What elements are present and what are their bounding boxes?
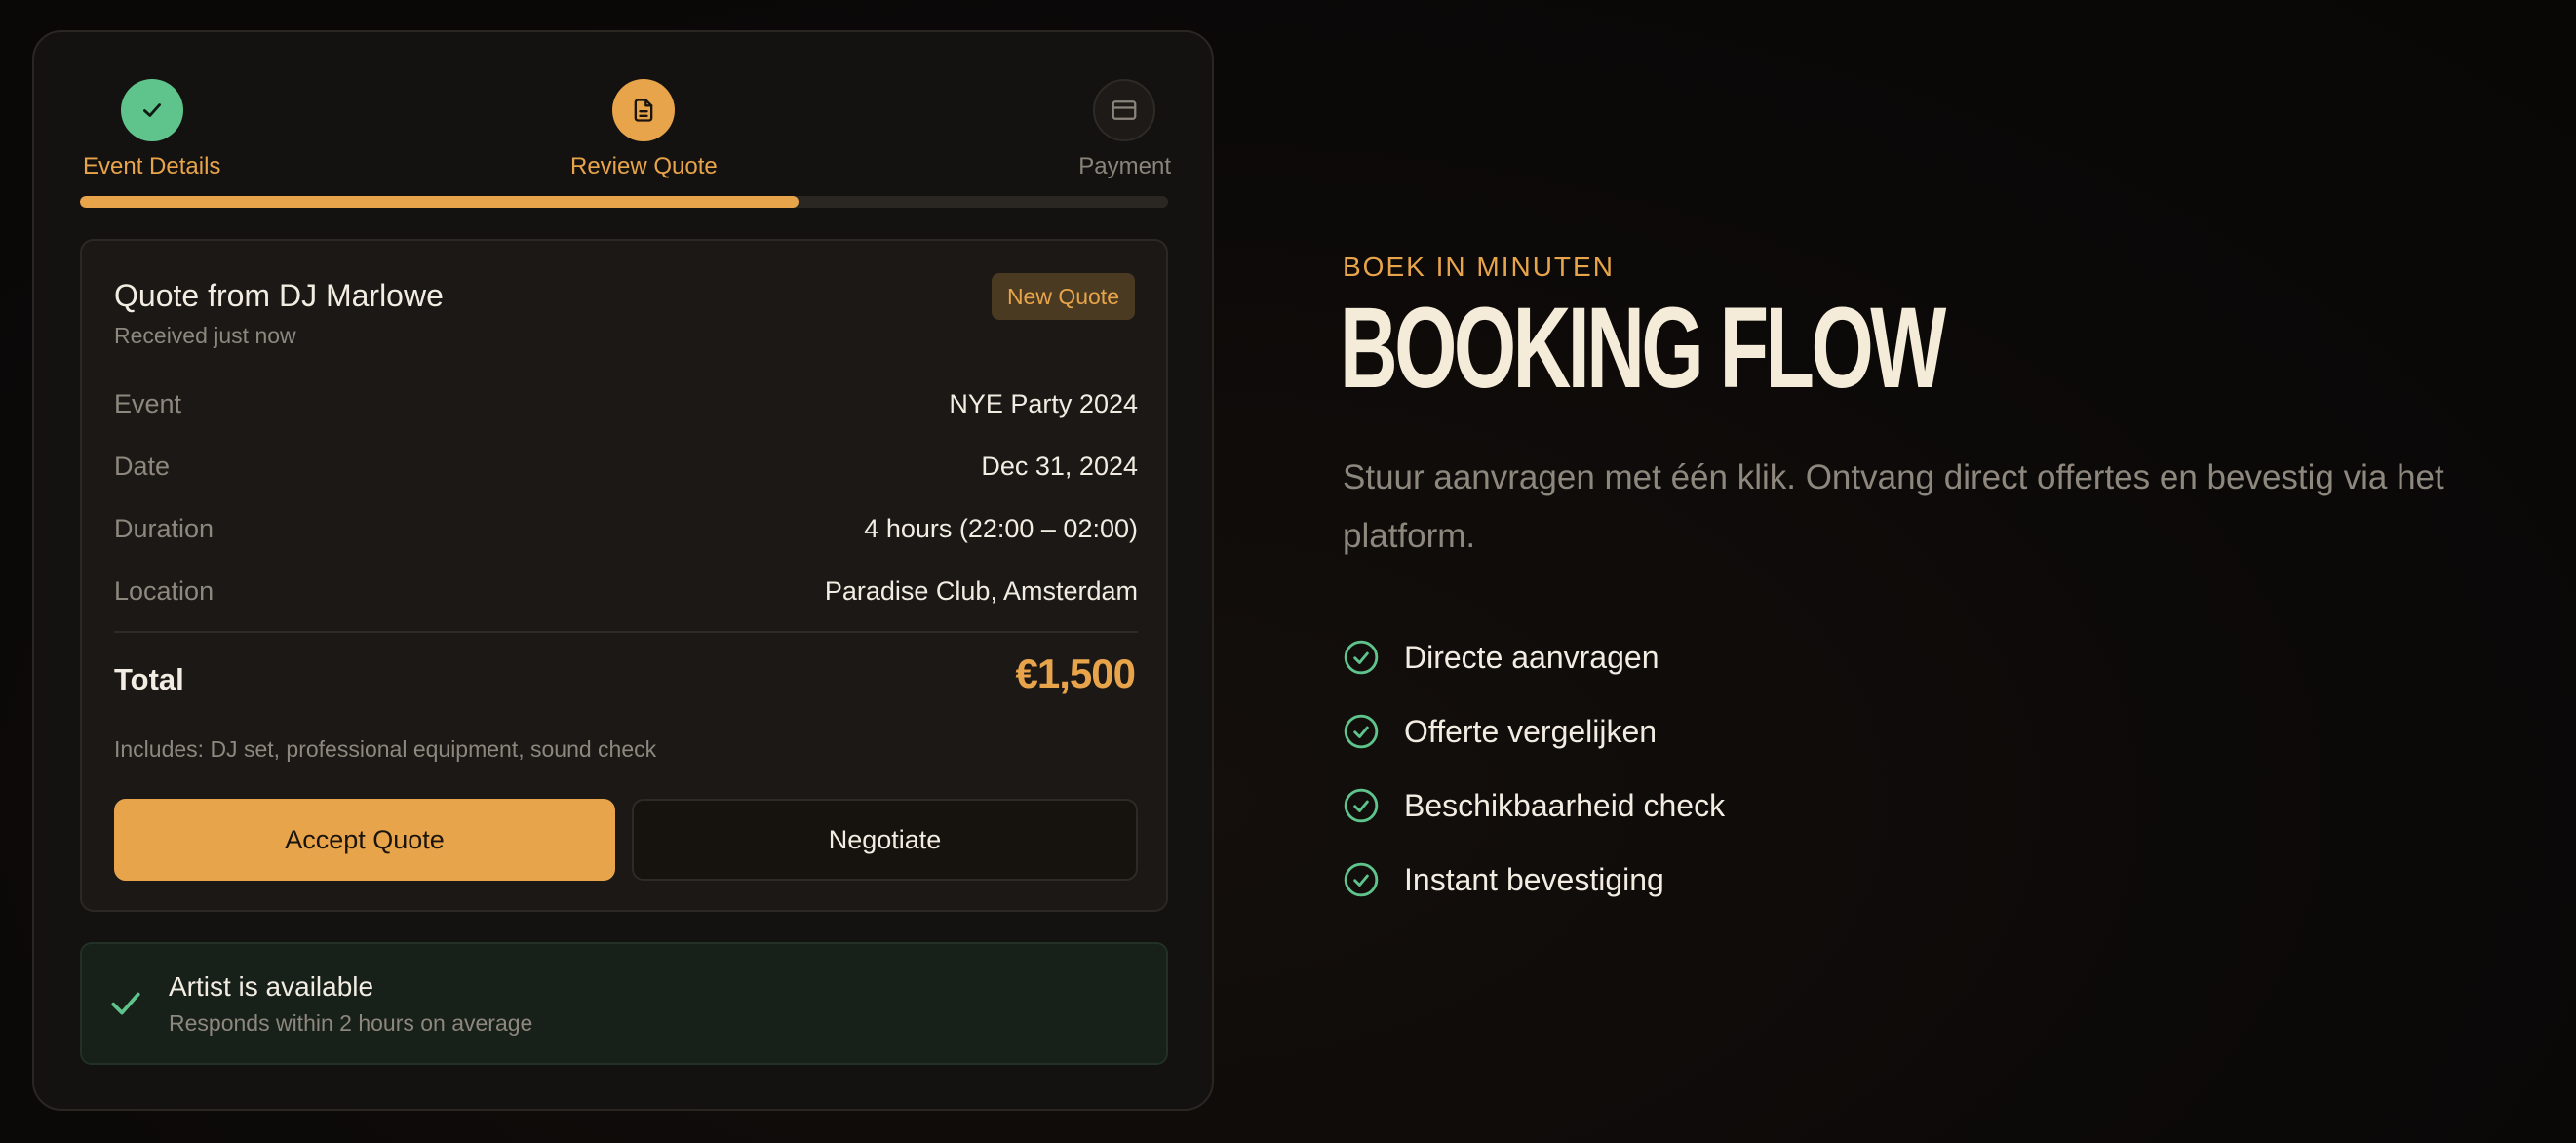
detail-value: 4 hours (22:00 – 02:00) [864,513,1138,543]
lead-text: Stuur aanvragen met één klik. Ontvang di… [1343,458,2444,555]
feature-text: Beschikbaarheid check [1404,787,1726,823]
check-icon [143,103,161,117]
detail-value: NYE Party 2024 [949,388,1138,418]
step-event-details[interactable]: Event Details [83,79,220,180]
eyebrow-text: BOEK IN MINUTEN [1343,252,1615,282]
check-circle-icon [1344,714,1379,749]
step-label: Event Details [83,153,221,179]
detail-key: Date [114,451,171,481]
step-indicator: Event Details Review Quote Payment [83,79,1171,216]
status-badge: New Quote [991,273,1135,320]
progress-bar [80,196,1168,208]
list-item: Offerte vergelijken [1343,694,1725,769]
detail-key: Duration [114,513,215,543]
step-pending-circle [1093,79,1155,141]
total-label: Total [114,662,184,696]
step-done-circle [121,79,183,141]
feature-list: Directe aanvragen Offerte vergelijken Be… [1343,620,1725,917]
credit-card-icon [1112,100,1137,120]
availability-title: Artist is available [169,971,374,1002]
list-item: Beschikbaarheid check [1343,769,1725,843]
page-title: BOOKING FLOW [1340,284,1946,413]
detail-row-date: Date Dec 31, 2024 [114,435,1138,497]
progress-fill [80,196,799,208]
quote-details: Event NYE Party 2024 Date Dec 31, 2024 D… [114,373,1138,622]
accept-quote-button[interactable]: Accept Quote [114,799,615,881]
list-item: Instant bevestiging [1343,843,1725,917]
detail-value: Paradise Club, Amsterdam [824,575,1138,606]
divider [114,631,1138,633]
step-active-circle [612,79,676,141]
step-label: Payment [1078,153,1171,179]
availability-notice: Artist is available Responds within 2 ho… [80,942,1168,1065]
check-circle-icon [1344,640,1379,675]
quote-received-time: Received just now [114,323,296,348]
step-payment[interactable]: Payment [1078,79,1171,180]
feature-text: Offerte vergelijken [1404,713,1658,749]
document-icon [635,99,653,122]
quote-card: Quote from DJ Marlowe Received just now … [80,239,1168,912]
detail-row-duration: Duration 4 hours (22:00 – 02:00) [114,497,1138,560]
check-circle-icon [1344,788,1379,823]
negotiate-button[interactable]: Negotiate [632,799,1138,881]
feature-text: Instant bevestiging [1404,861,1664,897]
detail-key: Event [114,388,182,418]
detail-row-location: Location Paradise Club, Amsterdam [114,560,1138,622]
feature-text: Directe aanvragen [1404,639,1659,675]
detail-value: Dec 31, 2024 [981,451,1138,481]
step-label: Review Quote [570,153,718,179]
check-circle-icon [1344,862,1379,897]
availability-subtitle: Responds within 2 hours on average [169,1010,533,1036]
list-item: Directe aanvragen [1343,620,1725,694]
quote-title: Quote from DJ Marlowe [114,278,444,313]
total-price: €1,500 [1015,650,1136,696]
detail-row-event: Event NYE Party 2024 [114,373,1138,435]
detail-key: Location [114,575,215,606]
includes-text: Includes: DJ set, professional equipment… [114,736,657,762]
step-review-quote[interactable]: Review Quote [570,79,718,180]
check-icon [111,992,140,1015]
